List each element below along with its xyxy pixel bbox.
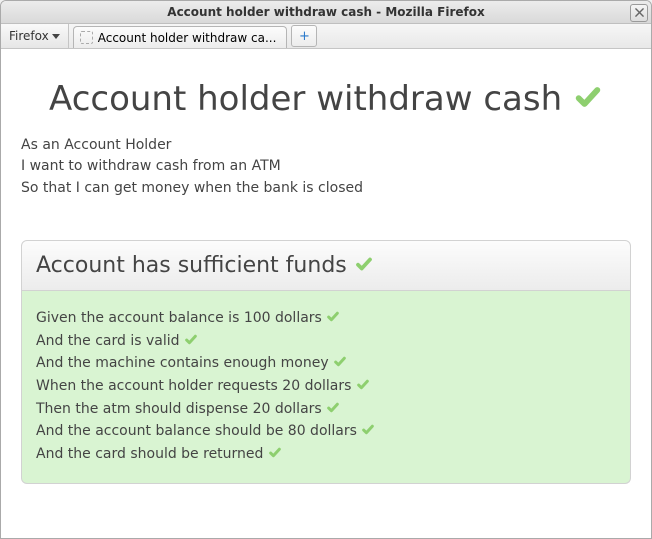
- favicon-placeholder-icon: [80, 31, 93, 44]
- chevron-down-icon: [52, 34, 60, 39]
- browser-tabbar: Firefox Account holder withdraw ca... +: [1, 24, 651, 49]
- scenario-step: And the card should be returned: [36, 444, 616, 466]
- checkmark-icon: [268, 446, 282, 459]
- plus-icon: +: [299, 29, 310, 44]
- new-tab-button[interactable]: +: [291, 25, 317, 47]
- browser-window: Account holder withdraw cash - Mozilla F…: [0, 0, 652, 539]
- scenario-step: Then the atm should dispense 20 dollars: [36, 399, 616, 421]
- window-title: Account holder withdraw cash - Mozilla F…: [1, 5, 651, 19]
- narrative-line: I want to withdraw cash from an ATM: [21, 156, 631, 176]
- tab-label: Account holder withdraw ca...: [98, 31, 277, 45]
- scenario-header: Account has sufficient funds: [21, 240, 631, 291]
- step-text: Given the account balance is 100 dollars: [36, 310, 322, 326]
- page-title: Account holder withdraw cash: [21, 79, 631, 119]
- checkmark-icon: [333, 355, 347, 368]
- window-titlebar: Account holder withdraw cash - Mozilla F…: [1, 1, 651, 24]
- checkmark-icon: [573, 83, 603, 111]
- checkmark-icon: [361, 423, 375, 436]
- checkmark-icon: [184, 333, 198, 346]
- firefox-menu-button[interactable]: Firefox: [1, 24, 69, 48]
- tab-active[interactable]: Account holder withdraw ca...: [73, 26, 288, 48]
- window-close-button[interactable]: [630, 4, 648, 22]
- checkmark-icon: [354, 255, 374, 273]
- scenario-step: And the machine contains enough money: [36, 353, 616, 375]
- step-text: And the account balance should be 80 dol…: [36, 423, 357, 439]
- checkmark-icon: [326, 401, 340, 414]
- step-text: Then the atm should dispense 20 dollars: [36, 401, 322, 417]
- feature-narrative: As an Account Holder I want to withdraw …: [21, 135, 631, 198]
- close-icon: [635, 7, 644, 20]
- page-title-text: Account holder withdraw cash: [49, 79, 562, 119]
- narrative-line: As an Account Holder: [21, 135, 631, 155]
- tab-strip: Account holder withdraw ca... +: [69, 24, 318, 48]
- scenario-step: When the account holder requests 20 doll…: [36, 376, 616, 398]
- scenario-step: And the account balance should be 80 dol…: [36, 421, 616, 443]
- scenario-body: Given the account balance is 100 dollars…: [21, 291, 631, 484]
- checkmark-icon: [326, 310, 340, 323]
- scenario-step: Given the account balance is 100 dollars: [36, 308, 616, 330]
- firefox-menu-label: Firefox: [9, 29, 49, 43]
- step-text: And the card is valid: [36, 333, 180, 349]
- checkmark-icon: [356, 378, 370, 391]
- step-text: And the machine contains enough money: [36, 355, 329, 371]
- scenario-title: Account has sufficient funds: [36, 253, 347, 278]
- step-text: When the account holder requests 20 doll…: [36, 378, 351, 394]
- scenario-step: And the card is valid: [36, 331, 616, 353]
- step-text: And the card should be returned: [36, 446, 263, 462]
- page-content: Account holder withdraw cash As an Accou…: [1, 49, 651, 539]
- narrative-line: So that I can get money when the bank is…: [21, 178, 631, 198]
